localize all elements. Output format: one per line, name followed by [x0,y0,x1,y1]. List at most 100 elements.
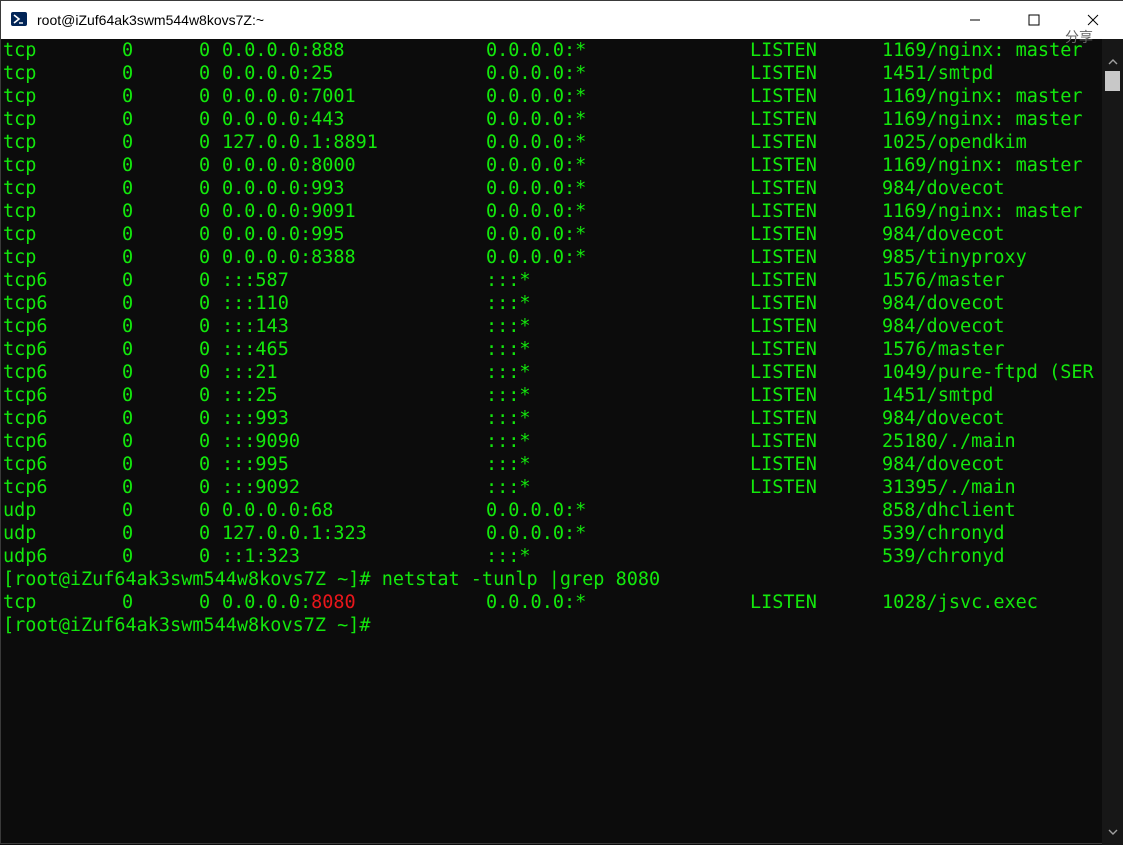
vertical-scrollbar[interactable] [1102,39,1123,845]
netstat-pid: 1169/nginx: master [882,40,1083,61]
netstat-pid: 1049/pure-ftpd (SER [882,362,1094,383]
netstat-local: 0.0.0.0:443 [222,109,345,130]
netstat-foreign: 0.0.0.0:* [486,155,587,176]
netstat-recv: 0 [122,385,134,406]
netstat-local: 0.0.0.0:993 [222,178,345,199]
netstat-local: 0.0.0.0:25 [222,63,334,84]
netstat-foreign: :::* [486,408,531,429]
scrollbar-thumb[interactable] [1105,71,1120,91]
chevron-down-icon [1108,829,1117,835]
netstat-state: LISTEN [750,109,817,130]
netstat-proto: tcp [3,178,37,199]
netstat-local: :::993 [222,408,289,429]
netstat-proto: tcp6 [3,339,48,360]
netstat-send: 0 [199,316,211,337]
netstat-proto: tcp [3,247,37,268]
netstat-foreign: 0.0.0.0:* [486,523,587,544]
netstat-state: LISTEN [750,40,817,61]
netstat-pid: 984/dovecot [882,408,1005,429]
netstat-state: LISTEN [750,132,817,153]
netstat-send: 0 [199,546,211,567]
netstat-send: 0 [199,63,211,84]
netstat-foreign: 0.0.0.0:* [486,132,587,153]
netstat-foreign: 0.0.0.0:* [486,500,587,521]
netstat-pid: 1169/nginx: master [882,109,1083,130]
terminal-output[interactable]: tcp 0 0 0.0.0.0:888 0.0.0.0:* LISTEN 1169/ngin… [1,39,1102,845]
netstat-foreign: :::* [486,362,531,383]
netstat-foreign: :::* [486,454,531,475]
netstat-state: LISTEN [750,224,817,245]
netstat-local: 0.0.0.0:8080 [222,592,356,613]
netstat-foreign: 0.0.0.0:* [486,109,587,130]
minimize-button[interactable] [952,1,998,39]
netstat-foreign: :::* [486,477,531,498]
netstat-local: 0.0.0.0:68 [222,500,334,521]
netstat-state: LISTEN [750,201,817,222]
netstat-local: :::25 [222,385,278,406]
netstat-recv: 0 [122,109,134,130]
netstat-recv: 0 [122,293,134,314]
netstat-foreign: :::* [486,293,531,314]
netstat-state: LISTEN [750,316,817,337]
netstat-send: 0 [199,431,211,452]
netstat-local: 0.0.0.0:995 [222,224,345,245]
netstat-pid: 31395/./main [882,477,1016,498]
netstat-recv: 0 [122,40,134,61]
netstat-recv: 0 [122,500,134,521]
minimize-icon [970,19,980,21]
netstat-pid: 539/chronyd [882,523,1005,544]
netstat-send: 0 [199,339,211,360]
scroll-down-arrow[interactable] [1102,821,1123,843]
netstat-proto: tcp [3,132,37,153]
netstat-local: :::110 [222,293,289,314]
netstat-send: 0 [199,178,211,199]
netstat-local: :::9090 [222,431,300,452]
maximize-button[interactable] [1011,1,1057,39]
window-title: root@iZuf64ak3swm544w8kovs7Z:~ [37,12,265,28]
netstat-state: LISTEN [750,247,817,268]
netstat-pid: 984/dovecot [882,316,1005,337]
command-line: [root@iZuf64ak3swm544w8kovs7Z ~]# netsta… [3,569,661,590]
netstat-local: :::587 [222,270,289,291]
netstat-pid: 984/dovecot [882,178,1005,199]
netstat-send: 0 [199,477,211,498]
netstat-recv: 0 [122,155,134,176]
netstat-recv: 0 [122,224,134,245]
netstat-state: LISTEN [750,86,817,107]
netstat-send: 0 [199,132,211,153]
netstat-recv: 0 [122,247,134,268]
netstat-pid: 1451/smtpd [882,63,994,84]
netstat-send: 0 [199,385,211,406]
netstat-foreign: 0.0.0.0:* [486,63,587,84]
netstat-foreign: :::* [486,339,531,360]
netstat-recv: 0 [122,431,134,452]
netstat-send: 0 [199,523,211,544]
netstat-send: 0 [199,293,211,314]
netstat-foreign: 0.0.0.0:* [486,201,587,222]
netstat-pid: 1169/nginx: master [882,155,1083,176]
netstat-local: ::1:323 [222,546,300,567]
netstat-local: 127.0.0.1:8891 [222,132,378,153]
netstat-send: 0 [199,500,211,521]
netstat-state: LISTEN [750,362,817,383]
netstat-state: LISTEN [750,477,817,498]
netstat-send: 0 [199,270,211,291]
netstat-foreign: :::* [486,431,531,452]
netstat-local: 0.0.0.0:8388 [222,247,356,268]
netstat-foreign: :::* [486,316,531,337]
netstat-state: LISTEN [750,178,817,199]
netstat-proto: tcp6 [3,477,48,498]
netstat-proto: udp6 [3,546,48,567]
netstat-proto: tcp6 [3,293,48,314]
grep-match-highlight: 8080 [311,592,356,613]
netstat-pid: 1576/master [882,270,1005,291]
netstat-foreign: :::* [486,270,531,291]
netstat-proto: tcp6 [3,408,48,429]
scroll-up-arrow[interactable] [1102,51,1123,73]
netstat-local: :::465 [222,339,289,360]
netstat-send: 0 [199,40,211,61]
netstat-pid: 985/tinyproxy [882,247,1027,268]
netstat-pid: 1025/opendkim [882,132,1027,153]
title-bar[interactable]: root@iZuf64ak3swm544w8kovs7Z:~ [1,1,1123,39]
netstat-send: 0 [199,408,211,429]
